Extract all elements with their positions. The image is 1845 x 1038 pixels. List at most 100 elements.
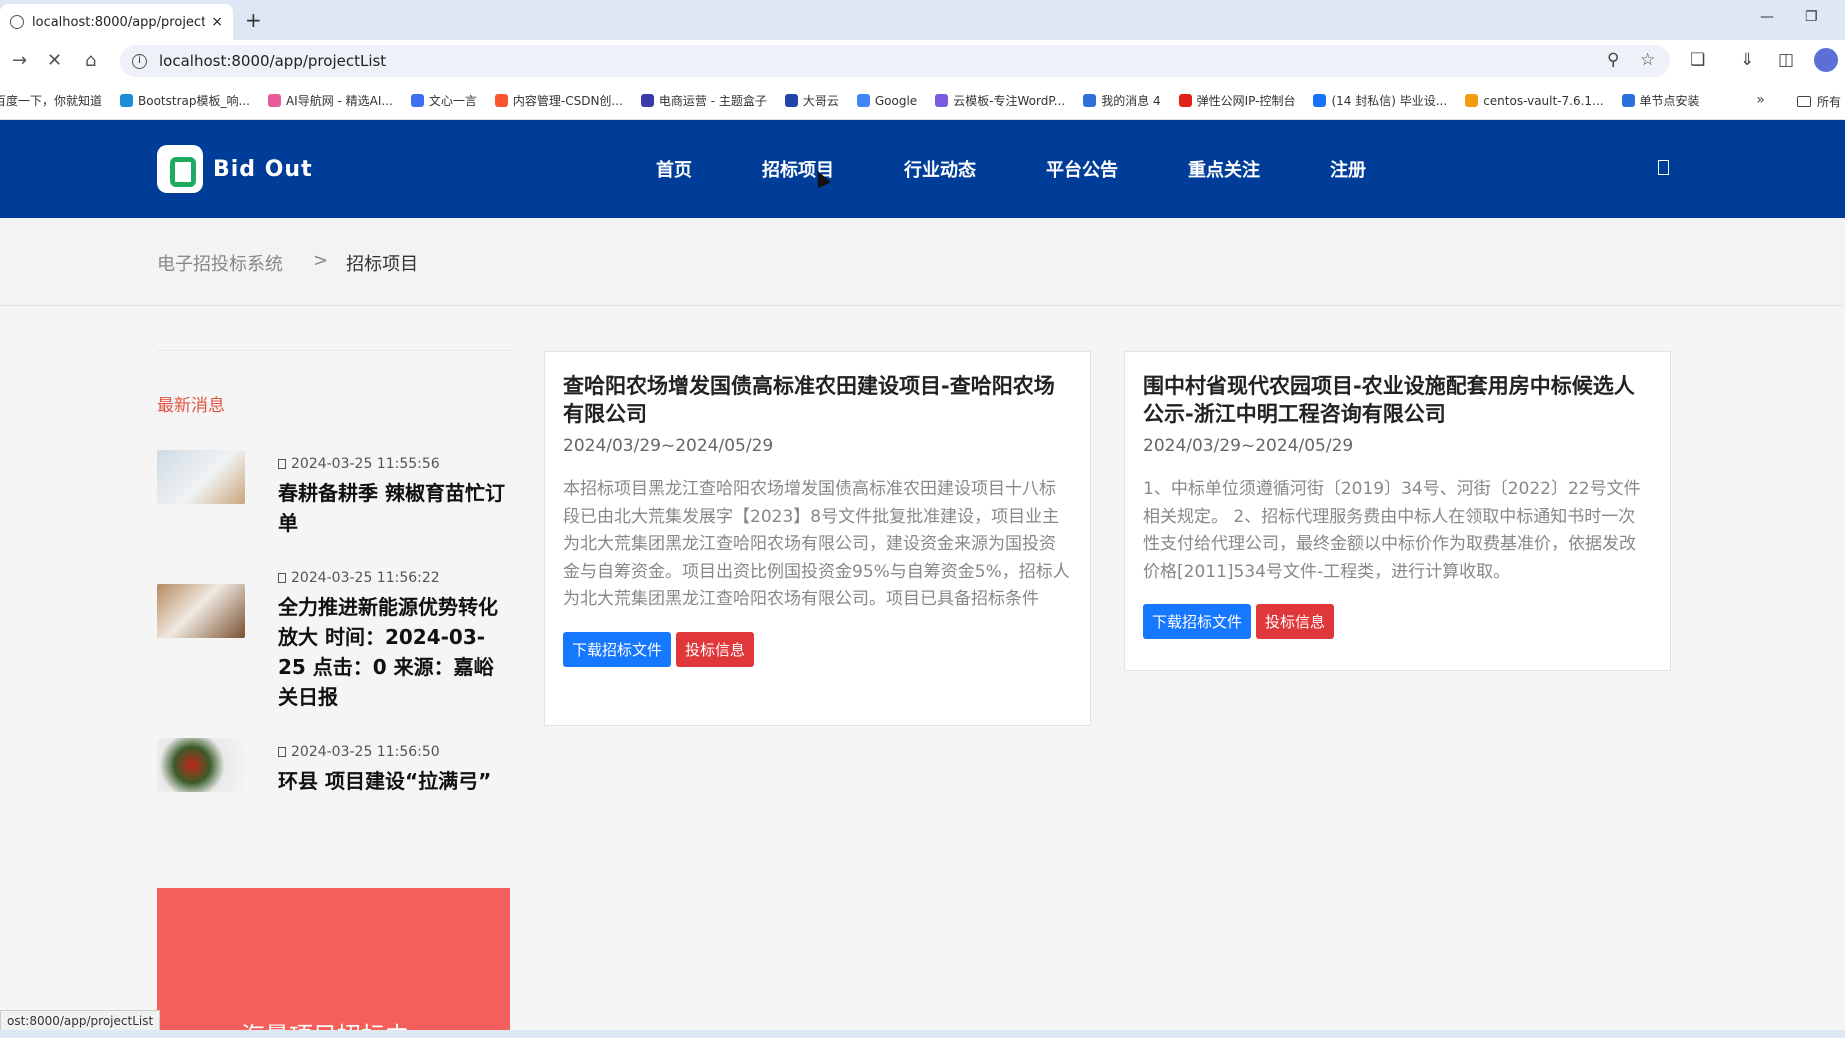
news-item[interactable]: 2024-03-25 11:56:22 全力推进新能源优势转化放大 时间：202…: [157, 564, 510, 712]
news-thumbnail[interactable]: [157, 450, 245, 504]
nav-focus[interactable]: 重点关注: [1188, 156, 1260, 182]
bookmark-favicon-icon: [1465, 94, 1479, 107]
news-title[interactable]: 春耕备耕季 辣椒育苗忙订单: [278, 478, 510, 538]
breadcrumb-separator: >: [313, 250, 329, 271]
news-thumbnail[interactable]: [157, 738, 245, 792]
project-title[interactable]: 查哈阳农场增发国债高标准农田建设项目-查哈阳农场有限公司: [563, 372, 1072, 428]
profile-avatar[interactable]: [1814, 48, 1838, 72]
main-nav: 首页 招标项目 行业动态 平台公告 重点关注 注册: [656, 156, 1436, 182]
header-search-icon[interactable]: [1658, 160, 1669, 175]
bookmark-favicon-icon: [267, 94, 281, 107]
download-tender-button[interactable]: 下载招标文件: [1143, 604, 1252, 639]
promo-banner[interactable]: 海量项目招标中: [157, 888, 510, 1038]
extensions-icon[interactable]: ❏: [1690, 50, 1705, 70]
bookmark-item[interactable]: 大哥云: [784, 92, 839, 109]
clock-icon: [278, 459, 286, 469]
bookmark-label: Google: [874, 93, 918, 108]
bookmark-item[interactable]: 单节点安装: [1621, 92, 1700, 109]
stop-loading-icon[interactable]: ✕: [47, 50, 62, 71]
bookmark-star-icon[interactable]: ☆: [1640, 50, 1655, 70]
bookmark-favicon-icon: [1313, 94, 1327, 107]
bookmark-item[interactable]: Bootstrap模板_响...: [120, 92, 250, 109]
bookmark-favicon-icon: [410, 94, 424, 107]
bookmark-favicon-icon: [1083, 94, 1097, 107]
window-bottom-edge: [0, 1030, 1845, 1038]
bookmark-item[interactable]: (14 封私信) 毕业设...: [1313, 92, 1447, 109]
forward-icon[interactable]: →: [12, 50, 27, 71]
clock-icon: [278, 747, 286, 757]
site-header: Bid Out 首页 招标项目 行业动态 平台公告 重点关注 注册: [0, 120, 1845, 218]
tab-close-icon[interactable]: ×: [211, 14, 223, 30]
minimize-icon[interactable]: —: [1760, 9, 1774, 25]
download-tender-button[interactable]: 下载招标文件: [563, 631, 672, 667]
breadcrumb-current: 招标项目: [346, 254, 419, 275]
bookmark-label: AI导航网 - 精选AI...: [285, 94, 393, 108]
all-bookmarks-folder[interactable]: 所有: [1796, 82, 1845, 119]
bookmark-favicon-icon: [784, 94, 798, 107]
bookmark-item[interactable]: 百度一下，你就知道: [0, 92, 102, 109]
bookmark-item[interactable]: 电商运营 - 主题盒子: [640, 92, 767, 109]
bookmarks-overflow-button[interactable]: »: [1756, 92, 1765, 108]
bookmark-item[interactable]: AI导航网 - 精选AI...: [267, 92, 393, 109]
bookmark-favicon-icon: [120, 94, 134, 107]
nav-industry-news[interactable]: 行业动态: [904, 156, 976, 182]
globe-icon: [10, 15, 24, 29]
side-panel-icon[interactable]: ◫: [1778, 50, 1794, 70]
sidebar-title: 最新消息: [157, 396, 225, 416]
nav-announcements[interactable]: 平台公告: [1046, 156, 1118, 182]
bookmarks-bar: 百度一下，你就知道 Bootstrap模板_响... AI导航网 - 精选AI...…: [0, 82, 1845, 120]
url-text: localhost:8000/app/projectList: [159, 52, 387, 70]
news-item[interactable]: 2024-03-25 11:56:50 环县 项目建设“拉满弓”: [157, 738, 510, 796]
bid-info-button[interactable]: 投标信息: [1256, 604, 1335, 639]
divider: [157, 350, 510, 351]
bookmark-item[interactable]: 弹性公网IP-控制台: [1178, 92, 1295, 109]
site-logo[interactable]: Bid Out: [157, 145, 313, 193]
latest-news-sidebar: 最新消息 2024-03-25 11:55:56 春耕备耕季 辣椒育苗忙订单 2…: [157, 350, 510, 822]
bookmark-item[interactable]: centos-vault-7.6.1...: [1465, 94, 1604, 108]
folder-label: 所有: [1816, 94, 1841, 109]
project-description: 1、中标单位须遵循河街〔2019〕34号、河街〔2022〕22号文件相关规定。 …: [1143, 479, 1641, 582]
bookmark-favicon-icon: [856, 94, 870, 107]
download-icon[interactable]: ⇓: [1740, 50, 1754, 70]
browser-tab-bar: localhost:8000/app/projectLi × + — ❐: [0, 0, 1845, 40]
nav-home[interactable]: 首页: [656, 156, 692, 182]
status-bar-url: ost:8000/app/projectList: [0, 1010, 161, 1032]
browser-tab[interactable]: localhost:8000/app/projectLi ×: [0, 4, 233, 40]
news-title[interactable]: 全力推进新能源优势转化放大 时间：2024-03-25 点击：0 来源：嘉峪关日…: [278, 592, 510, 712]
bookmark-label: 文心一言: [428, 94, 477, 108]
home-icon[interactable]: ⌂: [85, 50, 96, 71]
project-description: 本招标项目黑龙江查哈阳农场增发国债高标准农田建设项目十八标段已由北大荒集发展字【…: [563, 479, 1070, 609]
bookmark-item[interactable]: 文心一言: [410, 92, 477, 109]
news-item[interactable]: 2024-03-25 11:55:56 春耕备耕季 辣椒育苗忙订单: [157, 450, 510, 538]
project-date-range: 2024/03/29~2024/05/29: [563, 436, 774, 456]
bookmark-item[interactable]: Google: [856, 93, 918, 108]
bookmark-favicon-icon: [1621, 94, 1635, 107]
new-tab-button[interactable]: +: [245, 8, 262, 32]
bid-info-button[interactable]: 投标信息: [676, 631, 755, 667]
news-time: 2024-03-25 11:56:50: [291, 744, 440, 760]
breadcrumb-root[interactable]: 电子招投标系统: [157, 250, 283, 276]
bookmark-favicon-icon: [935, 94, 949, 107]
project-card: 围中村省现代农园项目-农业设施配套用房中标候选人公示-浙江中明工程咨询有限公司 …: [1124, 351, 1671, 671]
tab-title: localhost:8000/app/projectLi: [32, 14, 206, 30]
restore-icon[interactable]: ❐: [1805, 9, 1818, 25]
bookmark-item[interactable]: 内容管理-CSDN创...: [494, 92, 623, 109]
news-title[interactable]: 环县 项目建设“拉满弓”: [278, 766, 491, 796]
bookmark-item[interactable]: 我的消息 4: [1083, 92, 1161, 109]
bookmark-label: (14 封私信) 毕业设...: [1331, 94, 1448, 108]
news-time: 2024-03-25 11:56:22: [291, 570, 440, 586]
bookmark-label: 百度一下，你就知道: [0, 94, 103, 108]
bookmark-item[interactable]: 云模板-专注WordP...: [935, 92, 1065, 109]
site-info-icon[interactable]: i: [132, 53, 147, 69]
nav-register[interactable]: 注册: [1330, 156, 1366, 182]
breadcrumb-bar: 电子招投标系统 > 招标项目: [0, 218, 1845, 306]
folder-icon: [1796, 95, 1811, 107]
zoom-icon[interactable]: ⚲: [1607, 50, 1619, 70]
news-thumbnail[interactable]: [157, 584, 245, 638]
address-bar[interactable]: i localhost:8000/app/projectList: [120, 45, 1670, 77]
bookmark-label: 我的消息 4: [1101, 94, 1161, 108]
bookmark-label: Bootstrap模板_响...: [138, 94, 250, 108]
address-row: → ✕ ⌂ i localhost:8000/app/projectList ⚲…: [0, 40, 1845, 82]
project-title[interactable]: 围中村省现代农园项目-农业设施配套用房中标候选人公示-浙江中明工程咨询有限公司: [1143, 372, 1652, 428]
bookmark-label: 大哥云: [802, 94, 839, 108]
